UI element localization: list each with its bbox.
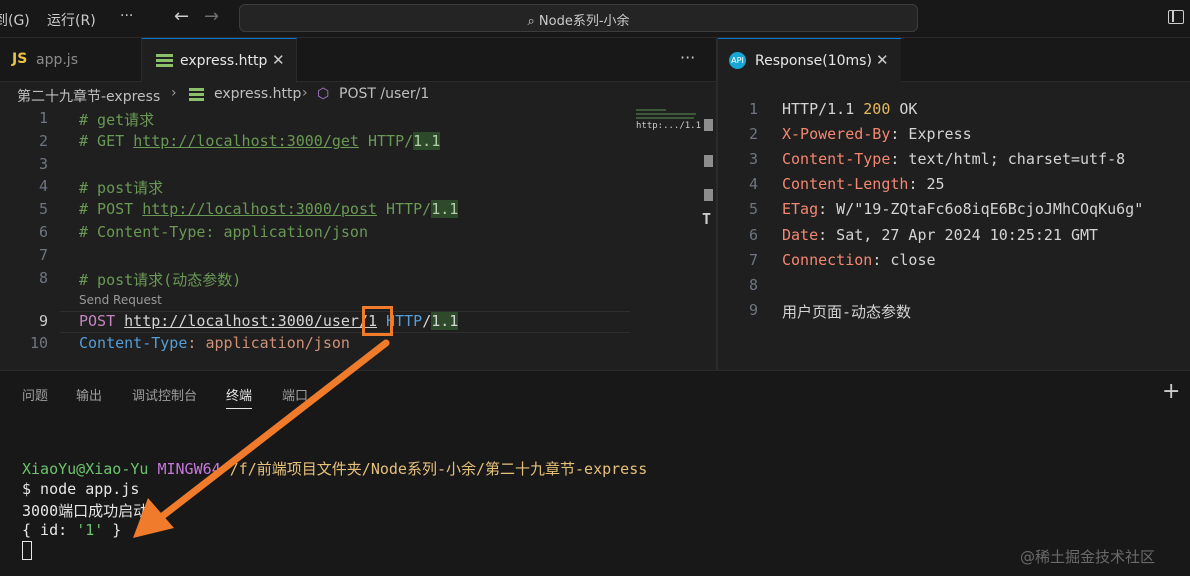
line-number: 8 [748, 276, 758, 294]
response-viewer[interactable]: 1 2 3 4 5 6 7 8 9 HTTP/1.1 200 OK X-Powe… [718, 82, 1190, 370]
tab-response[interactable]: API Response(10ms) ✕ [718, 38, 901, 83]
minimap-text: http:.../1.1 [636, 121, 702, 131]
response-header: X-Powered-By: Express [782, 125, 972, 143]
minimap[interactable]: http:.../1.1 [636, 107, 702, 147]
scrollbar-marker [704, 155, 713, 167]
javascript-file-icon: JS [12, 51, 28, 67]
menu-more-button[interactable]: ··· [120, 8, 133, 24]
response-header: Content-Length: 25 [782, 175, 945, 193]
http-file-icon [156, 54, 173, 67]
code-editor[interactable]: 1 2 4 5 6 7 8 9 10 3 # get请求 # GET http:… [0, 107, 716, 370]
breadcrumb-file[interactable]: express.http [214, 86, 301, 102]
code-line-2: # GET http://localhost:3000/get HTTP/1.1 [79, 132, 441, 150]
watermark: @稀土掘金技术社区 [1020, 548, 1156, 566]
panel-tab-problems[interactable]: 问题 [22, 385, 48, 404]
code-line-9: POST http://localhost:3000/user/1 HTTP/1… [79, 312, 459, 330]
response-body: 用户页面-动态参数 [782, 303, 912, 321]
close-icon[interactable]: ✕ [876, 51, 889, 69]
highlight-box [362, 306, 393, 336]
response-status-line: HTTP/1.1 200 OK [782, 100, 918, 118]
tab-label: app.js [36, 52, 78, 68]
terminal-output: { id: '1' } [22, 521, 122, 539]
code-line-5: # POST http://localhost:3000/post HTTP/1… [79, 200, 459, 218]
line-number: 3 [38, 155, 48, 173]
toggle-sidebar-icon[interactable] [1168, 10, 1184, 24]
line-number: 9 [748, 301, 758, 319]
more-actions-button[interactable]: ··· [680, 48, 695, 67]
line-number: 7 [38, 246, 48, 264]
new-terminal-plus-icon[interactable]: + [1162, 379, 1180, 404]
tab-express-http[interactable]: express.http ✕ [142, 38, 297, 83]
terminal-command: $ node app.js [22, 480, 140, 498]
line-number: 4 [748, 175, 758, 193]
tab-app-js[interactable]: JS app.js [0, 38, 142, 82]
code-line-1: # get请求 [79, 111, 155, 129]
scrollbar-marker [704, 189, 713, 201]
response-header: Connection: close [782, 251, 936, 269]
line-number: 5 [38, 200, 48, 218]
line-number: 10 [29, 334, 48, 352]
line-number: 9 [38, 312, 48, 330]
response-header: Date: Sat, 27 Apr 2024 10:25:21 GMT [782, 226, 1099, 244]
code-line-6: # Content-Type: application/json [79, 223, 368, 241]
cube-icon: ⬡ [317, 86, 330, 102]
rest-client-icon: API [729, 52, 746, 69]
breadcrumb-request[interactable]: POST /user/1 [339, 86, 429, 102]
breadcrumb-folder[interactable]: 第二十九章节-express [17, 86, 160, 106]
panel-tab-ports[interactable]: 端口 [282, 385, 308, 404]
line-number: 6 [38, 223, 48, 241]
panel-tab-debug-console[interactable]: 调试控制台 [132, 385, 197, 404]
response-tab-bar: API Response(10ms) ✕ [718, 38, 1190, 83]
panel-tab-output[interactable]: 输出 [76, 385, 102, 404]
terminal-prompt-line: XiaoYu@Xiao-Yu MINGW64 /f/前端项目文件夹/Node系列… [22, 460, 648, 478]
search-icon: ⌕ [527, 14, 535, 29]
line-number: 8 [38, 269, 48, 287]
terminal-output: 3000端口成功启动 [22, 502, 149, 520]
chevron-right-icon: › [302, 85, 308, 101]
send-request-codelens[interactable]: Send Request [79, 293, 162, 307]
code-line-10: Content-Type: application/json [79, 334, 350, 352]
line-number: 3 [748, 150, 758, 168]
tab-label: express.http [180, 53, 268, 69]
back-arrow-icon[interactable]: ← [174, 6, 189, 27]
terminal-cursor[interactable] [22, 541, 32, 560]
menu-go[interactable]: 到(G) [0, 10, 30, 30]
code-line-4: # post请求 [79, 179, 164, 197]
panel-tab-terminal[interactable]: 终端 [226, 385, 253, 409]
code-line-8: # post请求(动态参数) [79, 271, 242, 289]
command-center-search[interactable]: ⌕ Node系列-小余 [239, 4, 918, 32]
tab-label: Response(10ms) [755, 53, 872, 69]
line-number: 4 [38, 177, 48, 195]
scrollbar-marker [704, 119, 713, 131]
line-number: 7 [748, 251, 758, 269]
line-number: 2 [748, 125, 758, 143]
window-title: Node系列-小余 [538, 14, 630, 29]
line-number: 5 [748, 200, 758, 218]
response-header: Content-Type: text/html; charset=utf-8 [782, 150, 1126, 168]
scrollbar-cursor-marker: T [702, 210, 712, 228]
forward-arrow-icon[interactable]: → [204, 6, 219, 27]
line-number: 2 [38, 132, 48, 150]
title-bar: 到(G) 运行(R) ··· ← → ⌕ Node系列-小余 [0, 0, 1190, 38]
line-number: 1 [748, 100, 758, 118]
close-icon[interactable]: ✕ [272, 51, 285, 69]
line-number: 1 [38, 109, 48, 127]
response-header: ETag: W/"19-ZQtaFc6o8iqE6BcjoJMhCOqKu6g" [782, 200, 1144, 218]
breadcrumb: 第二十九章节-express › express.http › ⬡ POST /… [0, 83, 716, 107]
chevron-right-icon: › [171, 85, 177, 101]
line-number: 6 [748, 226, 758, 244]
http-file-icon [189, 88, 204, 101]
editor-tab-bar: JS app.js express.http ✕ ··· [0, 38, 716, 83]
menu-run[interactable]: 运行(R) [47, 10, 96, 30]
